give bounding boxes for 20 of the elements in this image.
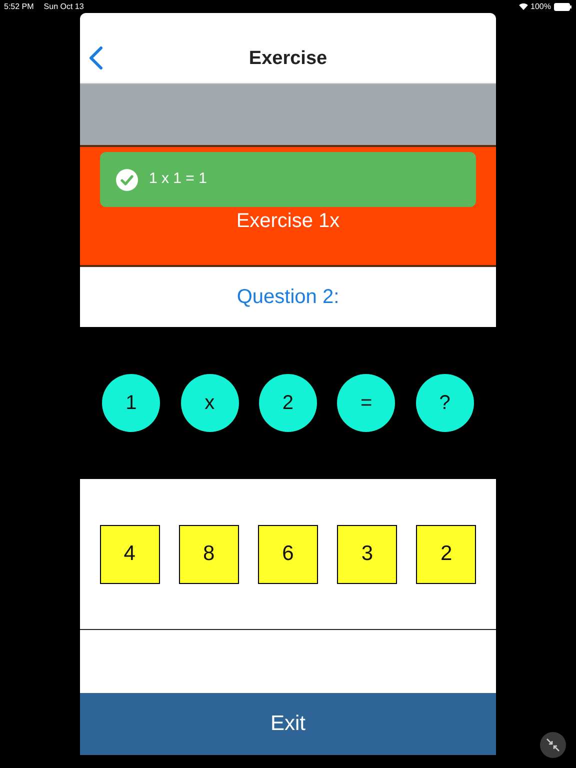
wifi-icon (518, 3, 528, 10)
answer-button[interactable]: 2 (416, 524, 476, 584)
battery-percent: 100% (530, 0, 551, 12)
nav-title: Exercise (248, 46, 328, 71)
collapse-button[interactable] (540, 732, 566, 758)
answer-button[interactable]: 3 (337, 524, 398, 584)
status-time: 5:52 PM (4, 0, 34, 12)
back-icon (88, 46, 104, 70)
answer-button[interactable]: 8 (178, 524, 239, 584)
check-icon (115, 168, 139, 192)
status-date: Sun Oct 13 (44, 0, 84, 12)
battery-icon (554, 2, 572, 10)
answer-button[interactable]: 6 (258, 524, 318, 584)
toast-message: 1 x 1 = 1 (149, 169, 207, 190)
exit-button[interactable]: Exit (80, 693, 496, 755)
question-label: Question 2: (236, 285, 340, 310)
answer-button[interactable]: 4 (100, 524, 160, 584)
back-button[interactable] (88, 46, 104, 70)
collapse-icon (546, 738, 560, 752)
banner-title: Exercise 1x (236, 209, 340, 234)
